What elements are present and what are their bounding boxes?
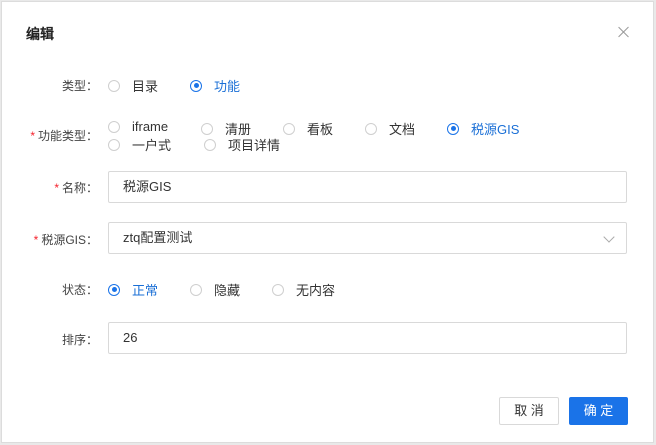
edit-dialog: 编辑 类型： 目录 功能 * 功能类型： iframe 清册 看板 文档 税源GI…	[1, 1, 654, 443]
type-option-directory[interactable]: 目录	[108, 76, 158, 95]
status-option-normal[interactable]: 正常	[108, 280, 158, 299]
gis-select-value: ztq配置测试	[123, 230, 193, 245]
function-type-option-iframe[interactable]: iframe	[108, 119, 168, 134]
status-option-hidden[interactable]: 隐藏	[190, 280, 240, 299]
radio-selected-icon	[108, 283, 120, 296]
function-type-label: * 功能类型：	[30, 129, 98, 143]
gis-select[interactable]: ztq配置测试	[108, 222, 627, 254]
order-input[interactable]: 26	[108, 322, 627, 354]
dialog-title: 编辑	[26, 26, 54, 42]
radio-selected-icon	[447, 122, 459, 135]
name-input[interactable]: 税源GIS	[108, 171, 627, 203]
cancel-button[interactable]: 取 消	[499, 397, 559, 425]
radio-icon	[108, 79, 120, 92]
function-type-option-document[interactable]: 文档	[365, 119, 415, 138]
status-option-no-content[interactable]: 无内容	[272, 280, 335, 299]
chevron-down-icon	[603, 231, 615, 243]
name-label: * 名称：	[54, 181, 98, 195]
status-label: 状态：	[61, 283, 98, 297]
radio-icon	[201, 122, 213, 135]
radio-icon	[283, 122, 295, 135]
function-type-option-board[interactable]: 看板	[283, 119, 333, 138]
type-label: 类型：	[61, 79, 98, 93]
radio-icon	[272, 283, 284, 296]
radio-icon	[365, 122, 377, 135]
function-type-option-gis[interactable]: 税源GIS	[447, 119, 519, 138]
radio-icon	[204, 138, 216, 151]
function-type-option-project-detail[interactable]: 项目详情	[204, 135, 280, 154]
gis-label: * 税源GIS：	[33, 233, 98, 247]
radio-selected-icon	[190, 79, 202, 92]
function-type-option-household[interactable]: 一户式	[108, 135, 171, 154]
confirm-button[interactable]: 确 定	[569, 397, 628, 425]
type-option-function[interactable]: 功能	[190, 76, 240, 95]
close-icon[interactable]	[616, 24, 632, 40]
order-label: 排序：	[61, 333, 98, 347]
radio-icon	[108, 138, 120, 151]
radio-icon	[190, 283, 202, 296]
radio-icon	[108, 120, 120, 133]
